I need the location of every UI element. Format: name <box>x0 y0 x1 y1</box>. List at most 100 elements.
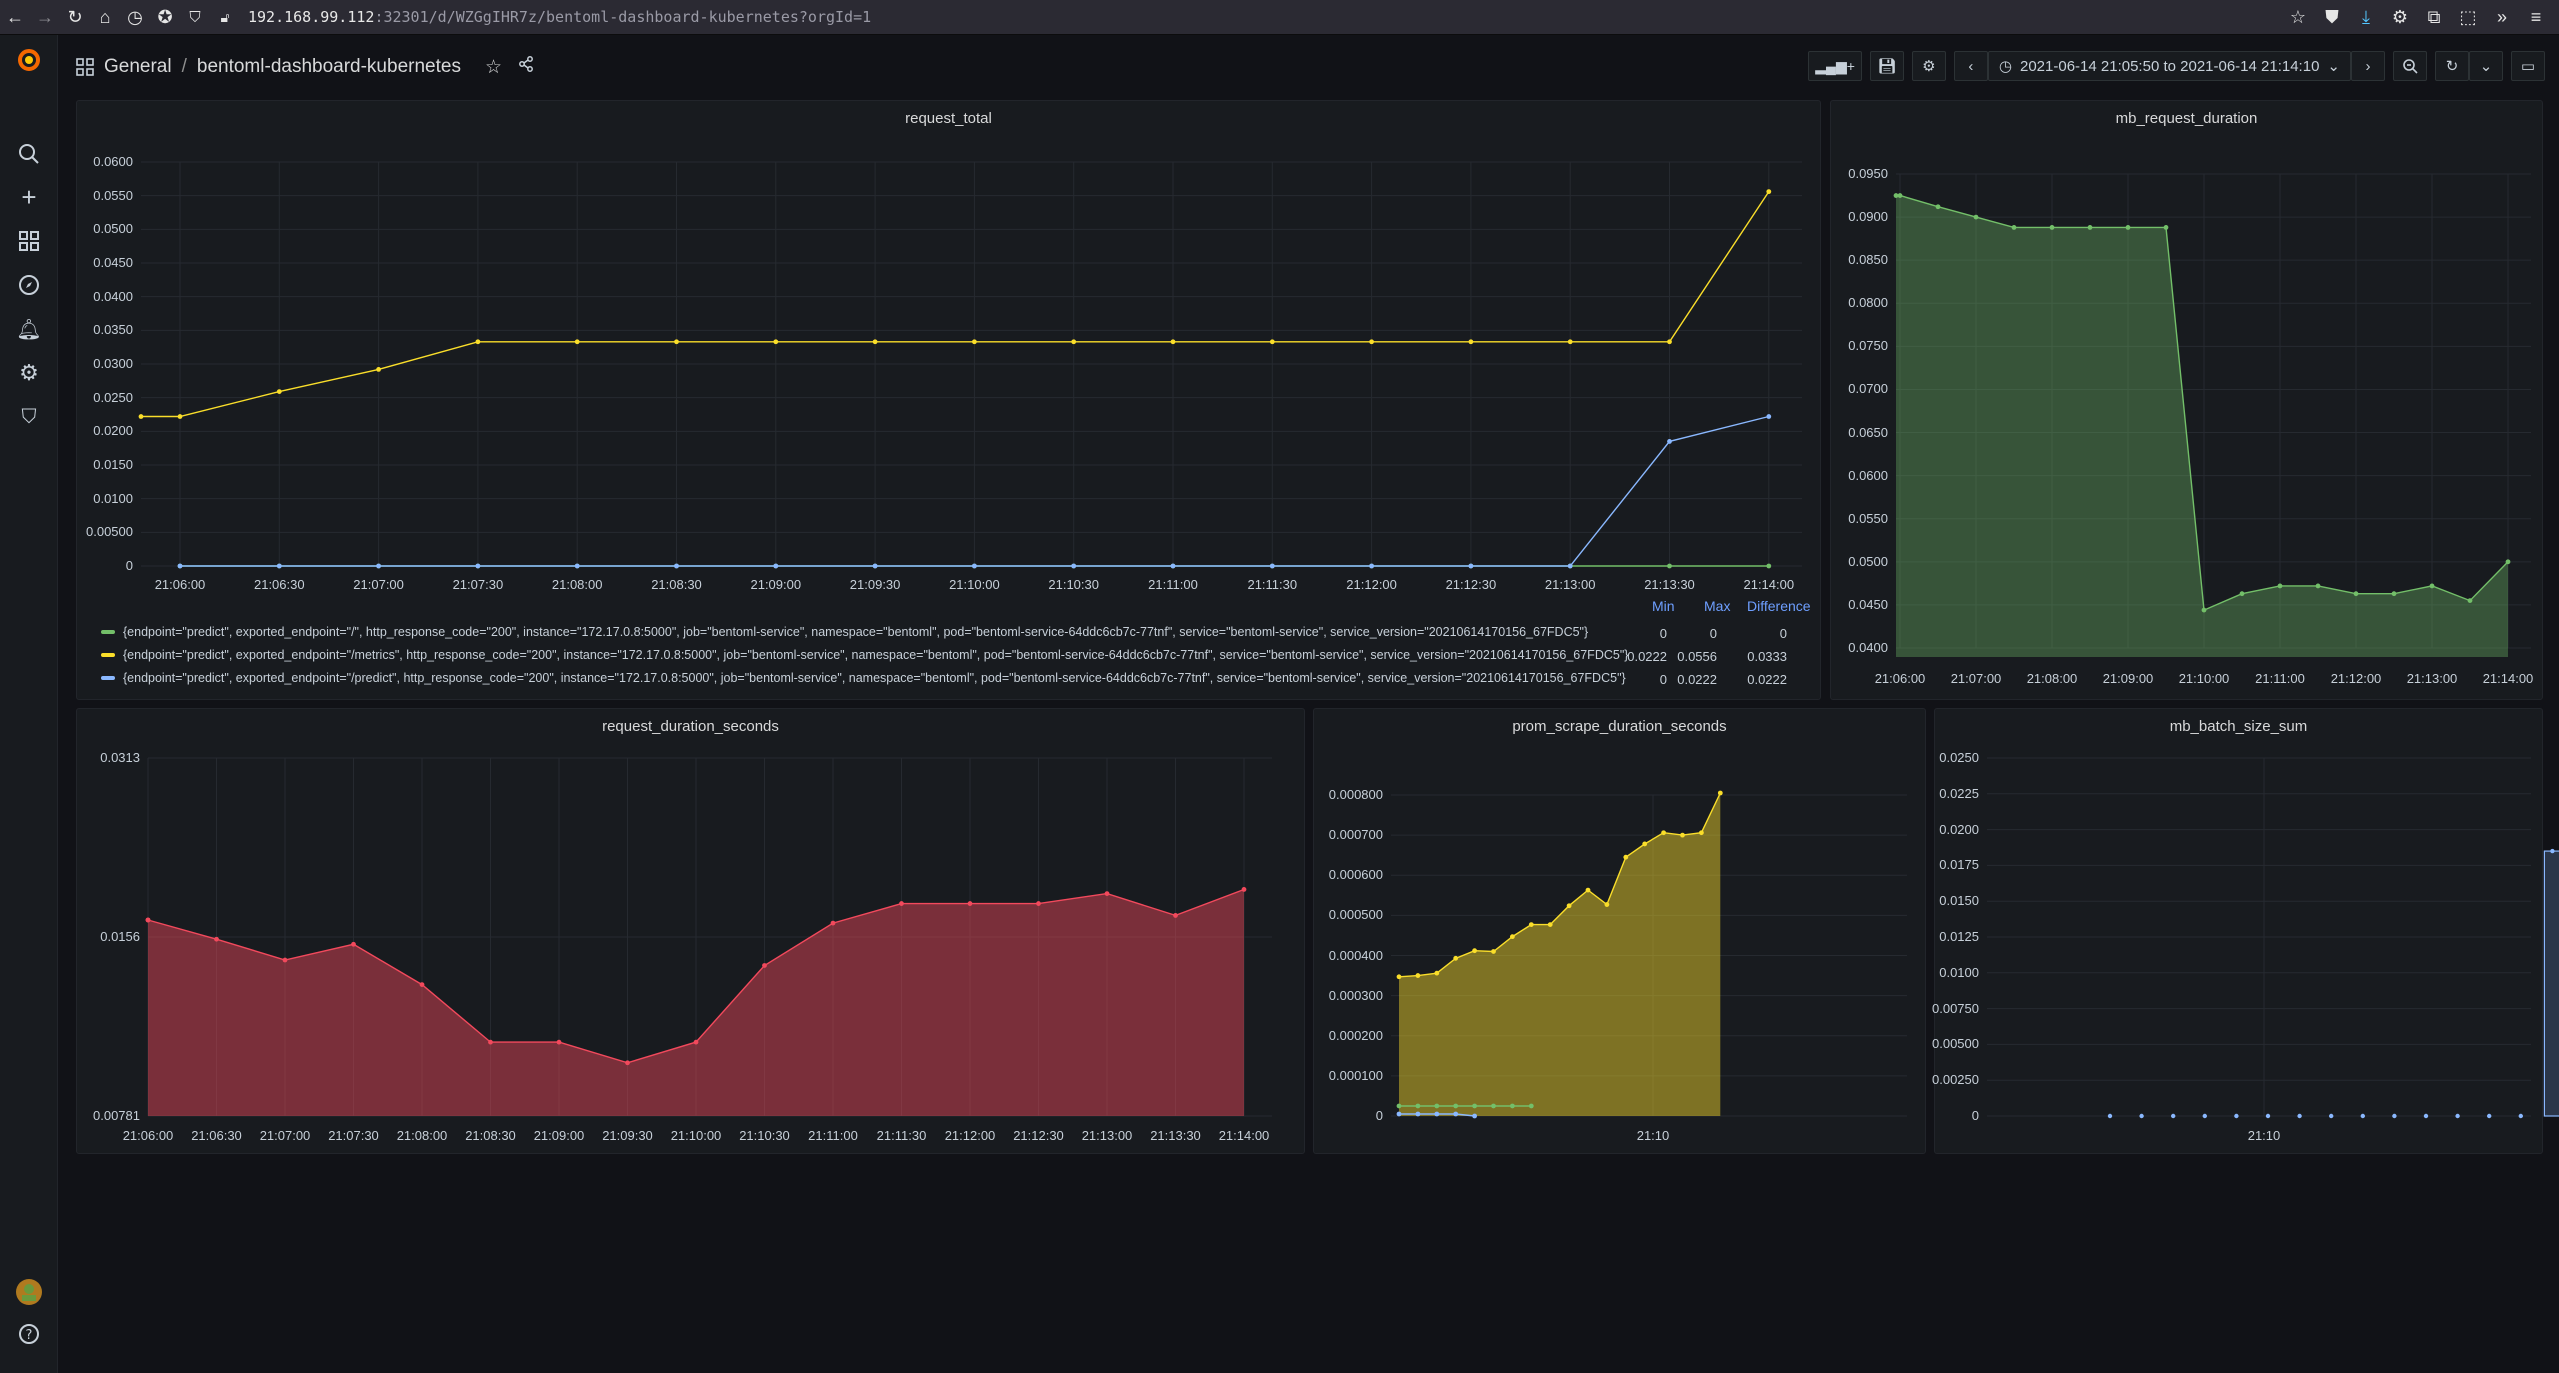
legend-label: {endpoint="predict", exported_endpoint="… <box>123 671 1626 685</box>
data-point <box>1396 1111 1402 1117</box>
data-point <box>282 957 288 963</box>
legend-series[interactable]: {endpoint="predict", exported_endpoint="… <box>101 648 1628 662</box>
data-point <box>214 936 219 942</box>
panel-mb-batch-size-sum[interactable]: mb_batch_size_sum 0.0250 0.0225 0.0200 0.01… <box>1932 708 2559 1154</box>
save-dashboard-button[interactable]: 💾︎ <box>1869 51 1904 81</box>
data-point <box>1472 948 1477 954</box>
data-point <box>1604 902 1610 907</box>
home-icon[interactable]: ⌂ <box>90 2 120 32</box>
dashboard-title[interactable]: bentoml-dashboard-kubernetes <box>197 56 461 78</box>
legend-header-difference[interactable]: Difference <box>1747 598 1811 614</box>
refresh-interval-dropdown[interactable]: ⌄ <box>2469 51 2503 81</box>
data-point <box>1173 913 1178 918</box>
extension-icon[interactable]: ✪ <box>150 2 180 32</box>
data-point <box>1623 854 1629 860</box>
panel-prom-scrape-duration[interactable]: prom_scrape_duration_seconds 0.000800 0.0… <box>1313 708 1926 1154</box>
time-picker-button[interactable]: ◷ 2021-06-14 21:05:50 to 2021-06-14 21:1… <box>1987 51 2351 81</box>
screenshot-icon[interactable]: ⬚ <box>2453 2 2483 32</box>
data-point <box>773 339 779 345</box>
panel-request-total[interactable]: request_total 0.0600 0.0550 0.0500 0.0450 0.… <box>76 100 1821 700</box>
dashboards-icon[interactable] <box>14 226 44 256</box>
pocket-icon[interactable]: ⛊ <box>2317 2 2347 32</box>
data-point <box>276 389 282 395</box>
panel-mb-request-duration[interactable]: mb_request_duration 0.0950 0.0900 0.0850 0.… <box>1830 100 2543 700</box>
data-point <box>1897 193 1903 198</box>
data-point <box>1071 563 1077 569</box>
data-point <box>2139 1113 2144 1119</box>
bookmark-star-icon[interactable]: ☆ <box>2283 2 2313 32</box>
data-point <box>276 563 282 569</box>
plus-icon[interactable]: + <box>14 182 44 212</box>
grafana-logo-icon[interactable] <box>14 45 44 75</box>
legend-label: {endpoint="predict", exported_endpoint="… <box>123 648 1629 662</box>
history-icon[interactable]: ◷ <box>120 2 150 32</box>
star-icon[interactable]: ☆ <box>485 56 502 79</box>
data-point <box>1453 1103 1459 1109</box>
data-point <box>2518 1113 2523 1119</box>
url-bar[interactable]: 192.168.99.112:32301/d/WZGgIHR7z/bentoml… <box>248 8 871 26</box>
series-0-area <box>1399 793 1721 1116</box>
breadcrumb-folder[interactable]: General <box>104 56 172 78</box>
time-shift-forward-button[interactable]: › <box>2351 51 2385 81</box>
data-point <box>1071 339 1077 345</box>
menu-icon[interactable]: ≡ <box>2521 2 2551 32</box>
legend-swatch <box>101 630 115 634</box>
legend-diff: 0 <box>1779 626 1787 641</box>
zoom-out-icon <box>2403 59 2418 74</box>
refresh-button[interactable]: ↻ <box>2435 51 2469 81</box>
shield-icon[interactable]: ⛉ <box>180 2 210 32</box>
chart-plot <box>1391 790 1907 1119</box>
data-point <box>475 339 481 345</box>
data-point <box>1667 339 1672 345</box>
side-menu: + 🔔︎ ⚙ ⛉ ? <box>0 35 58 1373</box>
data-point <box>1415 1103 1421 1109</box>
data-point <box>2467 598 2473 603</box>
legend-series[interactable]: {endpoint="predict", exported_endpoint="… <box>101 625 1588 639</box>
lock-icon[interactable]: 🔓︎ <box>210 2 240 32</box>
forward-icon[interactable]: → <box>30 2 60 32</box>
data-point <box>1510 1103 1515 1109</box>
data-point <box>2360 1113 2365 1119</box>
settings-icon[interactable]: ⚙ <box>2385 2 2415 32</box>
data-point <box>1667 439 1672 444</box>
data-point <box>1472 1103 1477 1109</box>
data-point <box>2234 1113 2239 1119</box>
data-point <box>972 339 977 345</box>
alerting-bell-icon[interactable]: 🔔︎ <box>14 314 44 344</box>
back-icon[interactable]: ← <box>0 2 30 32</box>
add-panel-button[interactable]: ▂▄▆+ <box>1808 51 1862 81</box>
breadcrumb: General / bentoml-dashboard-kubernetes ☆ <box>76 56 534 79</box>
data-point <box>574 563 580 569</box>
panel-request-duration-seconds[interactable]: request_duration_seconds 0.0313 0.0156 0.0… <box>76 708 1305 1154</box>
user-avatar[interactable] <box>14 1277 44 1307</box>
data-point <box>2391 591 2397 597</box>
data-point <box>967 901 973 906</box>
configuration-gear-icon[interactable]: ⚙ <box>14 358 44 388</box>
legend-swatch <box>101 676 115 680</box>
explore-compass-icon[interactable] <box>14 270 44 300</box>
data-point <box>872 339 878 345</box>
time-shift-back-button[interactable]: ‹ <box>1953 51 1988 81</box>
puzzle-icon[interactable]: ⧉ <box>2419 2 2449 32</box>
legend-header-min[interactable]: Min <box>1652 598 1675 614</box>
data-point <box>574 339 580 345</box>
data-point <box>1566 903 1572 909</box>
help-icon[interactable]: ? <box>14 1319 44 1349</box>
legend-diff: 0.0222 <box>1747 672 1787 687</box>
overflow-icon[interactable]: » <box>2487 2 2517 32</box>
tv-mode-button[interactable]: ▭ <box>2511 51 2545 81</box>
download-icon[interactable]: ⤓ <box>2351 2 2381 32</box>
search-icon[interactable] <box>14 139 44 169</box>
data-point <box>2329 1113 2334 1119</box>
legend-header-max[interactable]: Max <box>1704 598 1730 614</box>
data-point <box>1269 339 1275 345</box>
server-admin-shield-icon[interactable]: ⛉ <box>14 402 44 432</box>
data-point <box>1491 949 1496 954</box>
data-point <box>1434 1111 1440 1117</box>
reload-icon[interactable]: ↻ <box>60 2 90 32</box>
share-icon[interactable] <box>518 56 534 78</box>
data-point <box>2487 1113 2492 1119</box>
zoom-out-button[interactable] <box>2393 51 2427 81</box>
dashboard-settings-button[interactable]: ⚙ <box>1911 51 1946 81</box>
legend-series[interactable]: {endpoint="predict", exported_endpoint="… <box>101 671 1626 685</box>
